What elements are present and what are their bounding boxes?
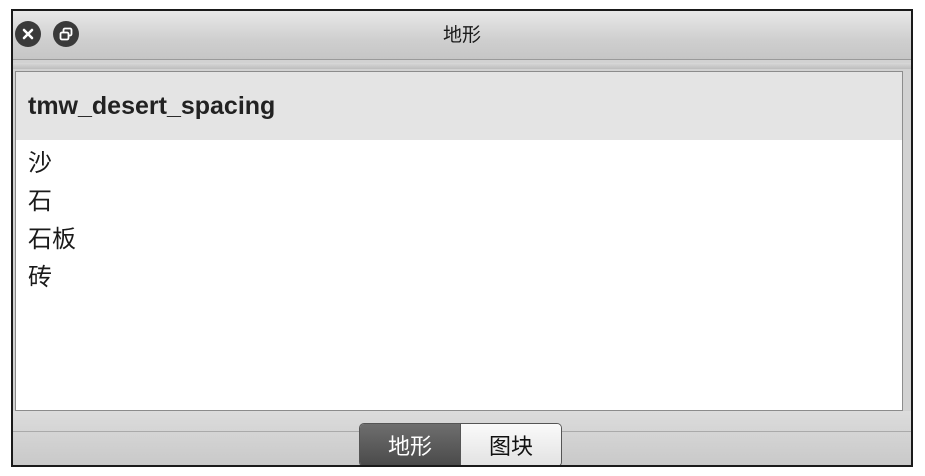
list-item[interactable]: 沙 [28,144,902,182]
terrain-panel: tmw_desert_spacing 沙 石 石板 砖 [15,71,903,411]
divider [13,63,911,69]
terrain-list: 沙 石 石板 砖 [16,140,902,296]
list-item[interactable]: 石 [28,182,902,220]
list-item[interactable]: 石板 [28,220,902,258]
tileset-name: tmw_desert_spacing [16,72,902,140]
title-bar[interactable]: 地形 [13,11,911,60]
tab-terrains[interactable]: 地形 [360,424,460,465]
tab-tiles[interactable]: 图块 [460,424,561,465]
bottom-bar: 地形 图块 [13,411,911,465]
list-item[interactable]: 砖 [28,258,902,296]
window-title: 地形 [442,24,481,46]
terrains-window: 地形 tmw_desert_spacing 沙 石 石板 砖 地形 图块 [11,9,913,467]
view-tabs: 地形 图块 [359,423,562,465]
